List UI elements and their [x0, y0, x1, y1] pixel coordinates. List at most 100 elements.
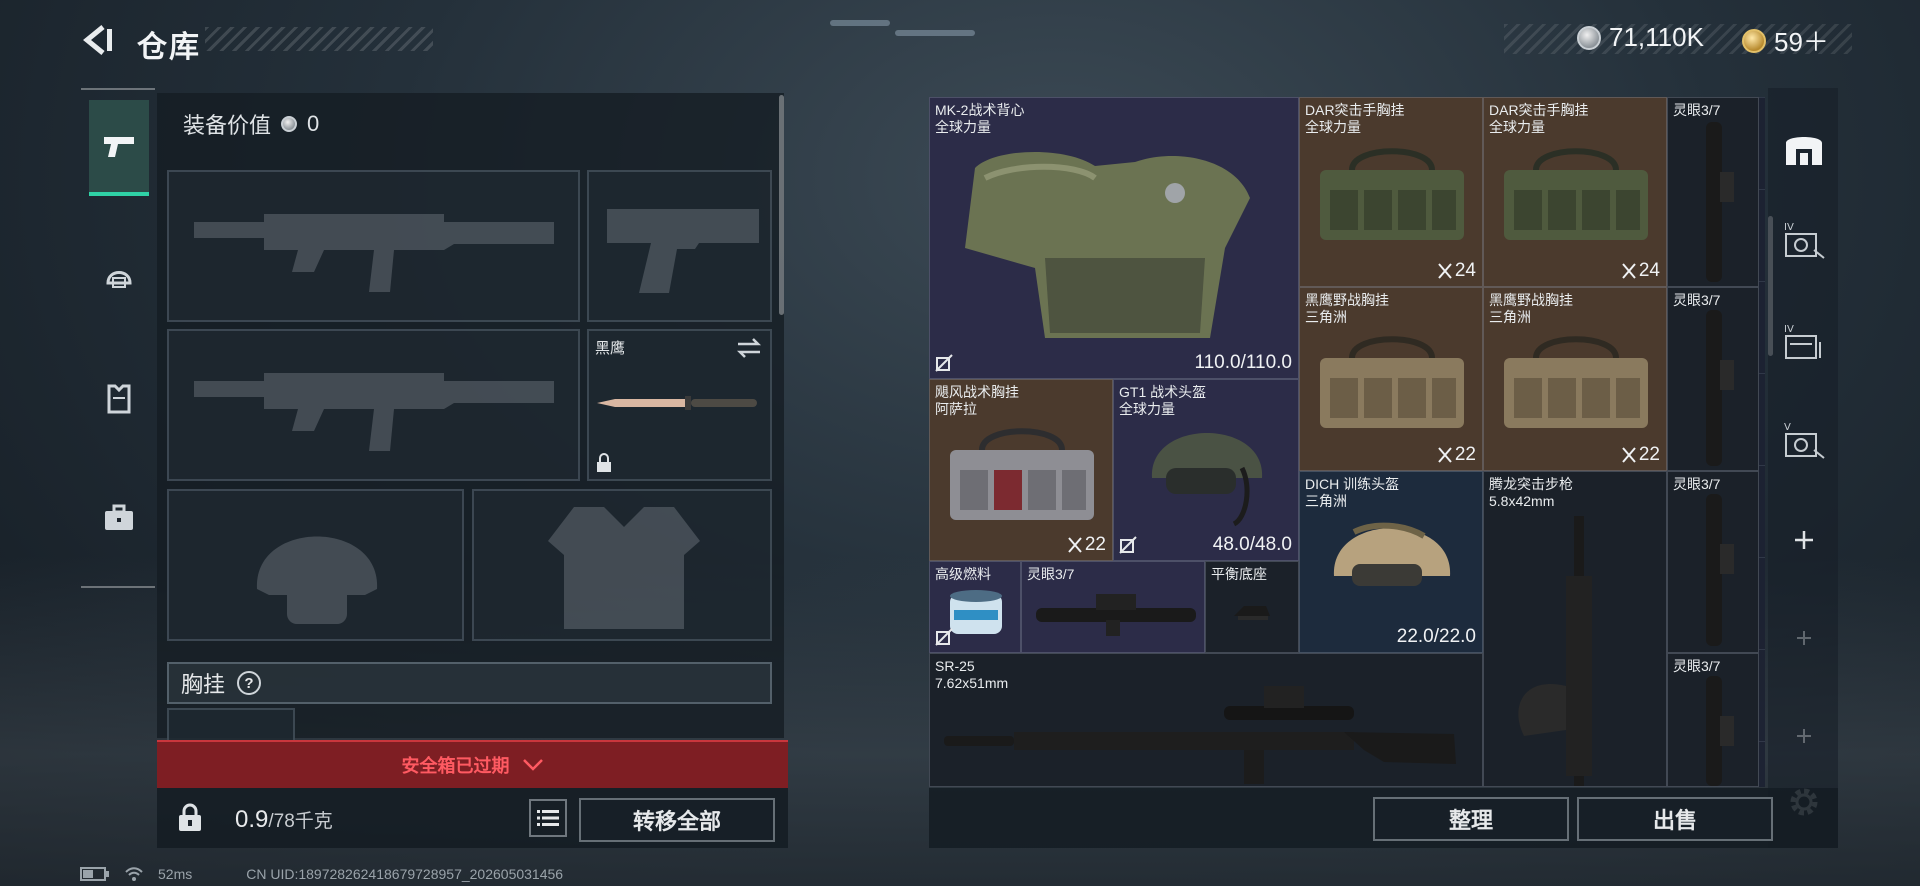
list-icon [537, 810, 559, 826]
sort-button[interactable]: 整理 [1373, 797, 1569, 841]
ping-value: 52ms [158, 866, 193, 882]
primary-weapon-slot-2[interactable] [167, 329, 580, 481]
rifle-silhouette-icon [194, 214, 554, 292]
item-name: 灵眼3/7 [1673, 658, 1721, 674]
tab-backpack[interactable] [89, 470, 149, 566]
list-view-button[interactable] [529, 799, 567, 837]
tab-armor[interactable] [89, 350, 149, 446]
item-count-value: 24 [1454, 260, 1476, 281]
tab-tier-label: IV [1784, 324, 1794, 335]
fuel-can-icon [950, 590, 1002, 634]
title-decoration [205, 27, 433, 51]
item-mk2-vest[interactable]: MK-2战术背心 全球力量 110.0/110.0 [929, 97, 1299, 379]
item-scope[interactable]: 灵眼3/7 [1667, 97, 1759, 287]
sniper-rifle-icon [944, 686, 1456, 784]
helmet-icon [106, 271, 132, 288]
rifle-icon [1518, 516, 1592, 786]
silver-coin-icon [281, 116, 298, 132]
item-tenglong-rifle[interactable]: 腾龙突击步枪 5.8x42mm [1483, 471, 1667, 787]
item-name: 黑鹰野战胸挂 三角洲 [1489, 292, 1573, 326]
plus-icon [1797, 631, 1811, 645]
helmet-icon [1333, 522, 1451, 586]
tab-tier-label: IV [1784, 222, 1794, 233]
sidearm-slot[interactable] [587, 170, 772, 322]
chest-rig-icon [1504, 148, 1648, 240]
item-scope[interactable]: 灵眼3/7 [1667, 471, 1759, 653]
item-count: 24 [1622, 260, 1660, 282]
tab-warehouse-all[interactable] [1774, 118, 1834, 178]
tab-warehouse-5[interactable]: V [1774, 410, 1834, 470]
safe-box-expired-banner[interactable]: 安全箱已过期 [157, 740, 788, 788]
item-name: 灵眼3/7 [1673, 292, 1721, 308]
sell-button[interactable]: 出售 [1577, 797, 1773, 841]
storage-box-icon: IV [1784, 222, 1825, 259]
item-dar-rig[interactable]: DAR突击手胸挂 全球力量 24 [1299, 97, 1483, 287]
chest-rig-icon [1504, 336, 1648, 428]
item-name: 灵眼3/7 [1673, 476, 1721, 492]
tab-warehouse-4a[interactable]: IV [1774, 210, 1834, 270]
equipment-value: 装备价值 0 [183, 108, 319, 140]
chest-rig-row[interactable]: 胸挂 ? [167, 662, 772, 704]
lock-icon [179, 803, 201, 831]
chest-rig-icon [1320, 148, 1464, 240]
pistol-silhouette-icon [607, 209, 759, 293]
transfer-all-button[interactable]: 转移全部 [579, 798, 775, 842]
item-scope[interactable]: 灵眼3/7 [1667, 653, 1759, 787]
item-scope[interactable]: 灵眼3/7 [1667, 287, 1759, 471]
briefcase-icon [105, 504, 133, 530]
equipment-scrollbar[interactable] [779, 95, 784, 315]
helmet-icon [1151, 433, 1263, 527]
item-name: 灵眼3/7 [1027, 566, 1075, 582]
melee-slot-label: 黑鹰 [595, 340, 626, 357]
item-premium-fuel[interactable]: 高级燃料 [929, 561, 1021, 653]
item-count-value: 22 [1638, 444, 1660, 465]
item-name-line1: MK-2战术背心 [935, 102, 1025, 118]
armor-slot[interactable] [472, 489, 772, 641]
currency-gold[interactable]: 59＋ [1742, 22, 1829, 59]
ceiling-light [830, 20, 890, 26]
chest-rig-slot[interactable] [167, 708, 295, 740]
tab-weapons[interactable] [89, 100, 149, 196]
add-warehouse-button[interactable] [1774, 510, 1834, 570]
currency-silver[interactable]: 71,110K [1577, 22, 1704, 53]
currency-silver-value: 71,110K [1609, 22, 1704, 52]
item-balance-base[interactable]: 平衡底座 [1205, 561, 1299, 653]
tab-warehouse-4b[interactable]: IV [1774, 312, 1834, 372]
chevron-down-icon [522, 759, 543, 771]
melee-slot[interactable]: 黑鹰 [587, 329, 772, 481]
item-blackhawk-rig[interactable]: 黑鹰野战胸挂 三角洲 22 [1299, 287, 1483, 471]
knife-icon [597, 396, 757, 410]
item-gt1-helmet[interactable]: GT1 战术头盔 全球力量 48.0/48.0 [1113, 379, 1299, 561]
chest-rig-icon [950, 428, 1094, 520]
item-sr25-rifle[interactable]: SR-25 7.62x51mm [929, 653, 1483, 787]
vest-icon [107, 384, 131, 414]
item-count: 24 [1438, 260, 1476, 282]
tab-tier-label: V [1784, 422, 1791, 433]
no-insure-icon [935, 354, 953, 372]
item-blackhawk-rig[interactable]: 黑鹰野战胸挂 三角洲 22 [1483, 287, 1667, 471]
scope-icon [1706, 310, 1734, 466]
stack-icon [1438, 447, 1452, 463]
item-count-value: 22 [1454, 444, 1476, 465]
add-warehouse-button-disabled [1774, 706, 1834, 766]
helmet-slot[interactable] [167, 489, 464, 641]
item-name: DAR突击手胸挂 全球力量 [1489, 102, 1589, 136]
item-hurricane-rig[interactable]: 飓风战术胸挂 阿萨拉 22 [929, 379, 1113, 561]
currency-gold-value: 59＋ [1774, 27, 1829, 57]
uid-text: CN UID:1897282624186797289​57_2026050314… [246, 866, 564, 882]
swap-arrows-icon[interactable] [736, 337, 762, 359]
item-name: 飓风战术胸挂 阿萨拉 [935, 384, 1019, 418]
primary-weapon-slot-1[interactable] [167, 170, 580, 322]
item-name: 腾龙突击步枪 5.8x42mm [1489, 476, 1573, 510]
chest-rig-icon [1320, 336, 1464, 428]
back-button[interactable] [78, 20, 118, 60]
carry-weight: 0.9/78千克 [235, 806, 333, 834]
help-icon[interactable]: ? [237, 671, 262, 695]
item-dar-rig[interactable]: DAR突击手胸挂 全球力量 24 [1483, 97, 1667, 287]
chest-rig-label: 胸挂 [181, 672, 226, 697]
weight-lock-button[interactable] [170, 796, 210, 840]
item-scope-horizontal[interactable]: 灵眼3/7 [1021, 561, 1205, 653]
tab-helmet[interactable] [89, 228, 149, 324]
ceiling-light [895, 30, 975, 36]
item-dich-helmet[interactable]: DICH 训练头盔 三角洲 22.0/22.0 [1299, 471, 1483, 653]
